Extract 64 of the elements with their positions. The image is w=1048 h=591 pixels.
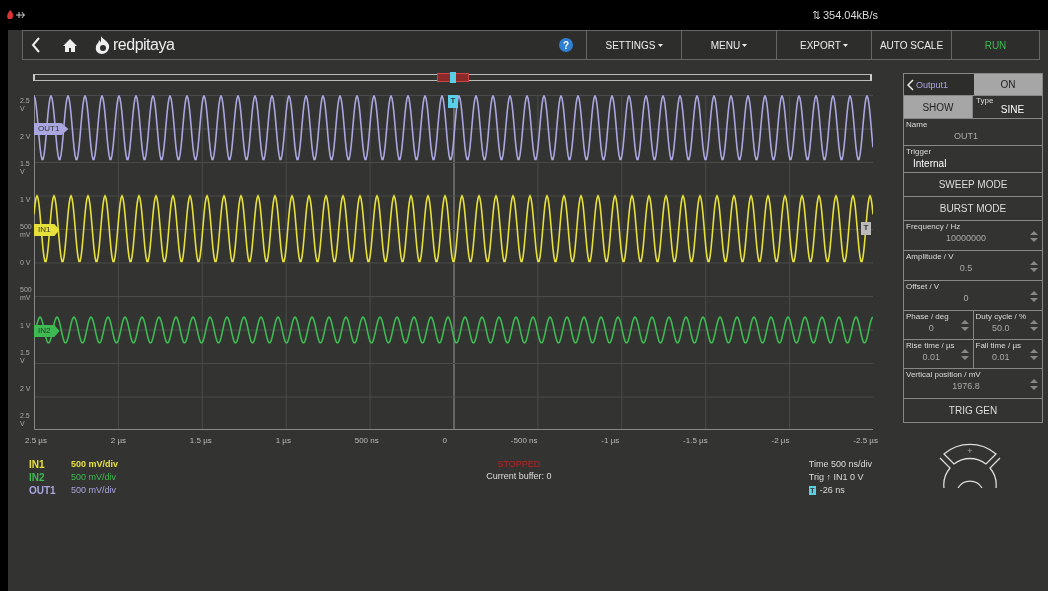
axis-label: -2 µs	[771, 436, 790, 445]
axis-label: 1.5 µs	[189, 436, 212, 445]
trigger-marker[interactable]: T	[448, 95, 458, 108]
spinner-icon[interactable]	[1030, 259, 1038, 273]
type-select[interactable]: Type SINE	[972, 96, 1042, 118]
number-field[interactable]: Offset / V 0	[904, 281, 1042, 310]
buffer-text: Current buffer: 0	[486, 471, 552, 481]
channel-marker[interactable]: IN1	[34, 224, 60, 236]
spinner-icon[interactable]	[1030, 289, 1038, 303]
slider-thumb[interactable]	[449, 72, 456, 83]
buffer-slider[interactable]	[33, 74, 872, 81]
data-rate: 354.04kB/s	[822, 9, 878, 21]
mode-button[interactable]: TRIG GEN	[904, 399, 1042, 422]
name-field[interactable]: Name OUT1	[904, 119, 1042, 145]
menu-button[interactable]: MENU	[681, 31, 776, 59]
axis-label: 1 µs	[275, 436, 291, 445]
channel-name: IN2	[29, 472, 45, 483]
axis-label: -1.5 µs	[683, 436, 708, 445]
channel-name: IN1	[29, 459, 45, 470]
axis-label: -1 µs	[601, 436, 620, 445]
on-button[interactable]: ON	[974, 74, 1042, 95]
number-field[interactable]: Vertical position / mV 1976.8	[904, 369, 1042, 398]
logo-text: redpitaya	[113, 36, 175, 54]
menu-button[interactable]: SETTINGS	[586, 31, 681, 59]
spinner-icon[interactable]	[1030, 377, 1038, 391]
logo-icon	[95, 36, 111, 54]
channel-marker[interactable]: IN2	[34, 325, 60, 337]
autoscale-button[interactable]: AUTO SCALE	[871, 31, 951, 59]
run-button[interactable]: RUN	[951, 31, 1039, 59]
mode-button[interactable]: SWEEP MODE	[904, 173, 1042, 196]
caret-icon	[657, 43, 663, 47]
axis-label: 0	[442, 436, 447, 445]
channel-scale: 500 mV/div	[71, 485, 117, 496]
plus-label: +	[967, 446, 973, 456]
acquisition-state: STOPPED	[497, 459, 541, 469]
channel-marker[interactable]: OUT1	[34, 123, 69, 135]
trigger-info: Trig ↑ IN1 0 V	[808, 472, 864, 482]
show-button[interactable]: SHOW	[904, 96, 972, 118]
home-icon[interactable]	[63, 38, 77, 52]
number-field[interactable]: Amplitude / V 0.5	[904, 251, 1042, 280]
axis-label: -2.5 µs	[853, 436, 878, 445]
axis-label: -500 ns	[510, 436, 538, 445]
caret-icon	[842, 43, 848, 47]
trigger-level-marker[interactable]: T	[861, 222, 871, 235]
caret-icon	[742, 43, 748, 47]
joystick-drawing[interactable]: +	[930, 440, 1010, 488]
axis-label: 2 µs	[110, 436, 127, 445]
trigger-offset: -26 ns	[819, 485, 845, 495]
mode-button[interactable]: BURST MODE	[904, 197, 1042, 220]
number-field[interactable]: Frequency / Hz 10000000	[904, 221, 1042, 250]
time-scale: Time 500 ns/div	[808, 459, 872, 469]
channel-scale: 500 mV/div	[71, 472, 117, 483]
chevron-icon	[907, 78, 914, 91]
axis-label: 2.5 µs	[25, 436, 47, 445]
help-button[interactable]: ?	[559, 38, 573, 52]
spinner-icon[interactable]	[1030, 229, 1038, 243]
axis-label: 500 ns	[354, 436, 379, 445]
output-back-button[interactable]: Output1	[904, 74, 974, 95]
channel-scale: 500 mV/div	[71, 459, 119, 470]
back-icon[interactable]	[31, 37, 41, 53]
trigger-select[interactable]: Trigger Internal	[904, 146, 1042, 172]
channel-name: OUT1	[29, 485, 56, 496]
menu-button[interactable]: EXPORT	[776, 31, 871, 59]
transfer-icon	[812, 10, 820, 20]
